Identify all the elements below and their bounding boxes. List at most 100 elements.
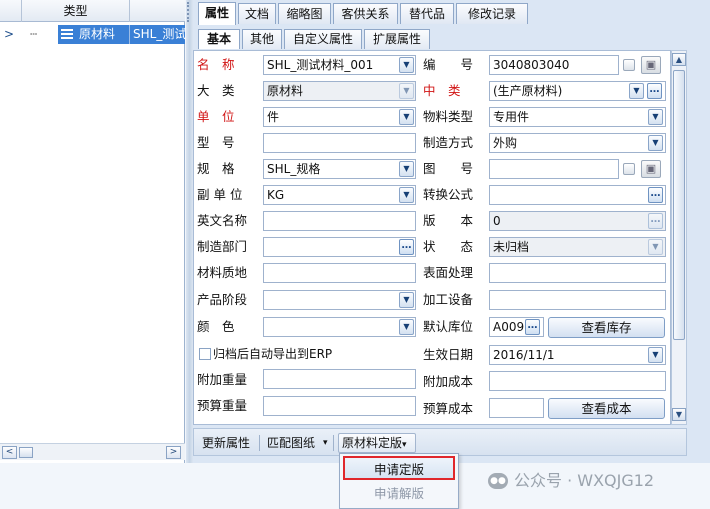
tree-row-code[interactable]: SHL_测试: [133, 25, 185, 44]
model-field[interactable]: [263, 133, 416, 153]
menu-item-apply-unfinalize[interactable]: 申请解版: [343, 482, 455, 506]
label-sub-unit: 副 单 位: [197, 187, 243, 202]
view-cost-button[interactable]: 查看成本: [548, 398, 665, 419]
unit-field[interactable]: 件: [263, 107, 416, 127]
tree-line-icon: ┄: [30, 27, 38, 41]
subcategory-browse-icon[interactable]: …: [647, 83, 662, 99]
label-name: 名 称: [197, 57, 235, 72]
date-dropdown-icon[interactable]: ▼: [648, 347, 663, 363]
raw-material-finalize-button[interactable]: 原材料定版▾: [338, 433, 416, 453]
drawing-picker-icon[interactable]: ▣: [641, 160, 661, 178]
label-stage: 产品阶段: [197, 292, 248, 307]
budget-cost-field[interactable]: [489, 398, 544, 418]
tree-expander-icon[interactable]: >: [4, 25, 18, 44]
formula-field[interactable]: [489, 185, 666, 205]
tree-row-name[interactable]: 原材料: [79, 25, 129, 44]
effective-date-field[interactable]: 2016/11/1: [489, 345, 666, 365]
budget-weight-field[interactable]: [263, 396, 416, 416]
form-scroll-thumb[interactable]: [673, 70, 685, 340]
view-stock-button[interactable]: 查看库存: [548, 317, 665, 338]
equipment-field[interactable]: [489, 290, 666, 310]
color-field[interactable]: [263, 317, 416, 337]
label-extra-weight: 附加重量: [197, 372, 248, 387]
dept-browse-icon[interactable]: …: [399, 239, 414, 255]
subtab-custom-attrs[interactable]: 自定义属性: [284, 29, 362, 49]
update-attributes-button[interactable]: 更新属性: [199, 433, 253, 453]
label-version: 版 本: [423, 213, 474, 228]
extra-weight-field[interactable]: [263, 369, 416, 389]
formula-browse-icon[interactable]: …: [648, 187, 663, 203]
label-category: 大 类: [197, 83, 235, 98]
tree-header-type[interactable]: 类型: [22, 0, 130, 22]
code-picker-icon[interactable]: ▣: [641, 56, 661, 74]
stage-dropdown-icon[interactable]: ▼: [399, 292, 414, 308]
auto-export-label: 归档后自动导出到ERP: [213, 347, 333, 361]
version-browse-icon[interactable]: …: [648, 213, 663, 229]
label-status: 状 态: [423, 239, 474, 254]
category-dropdown-icon[interactable]: ▼: [399, 83, 414, 99]
spec-dropdown-icon[interactable]: ▼: [399, 161, 414, 177]
unit-dropdown-icon[interactable]: ▼: [399, 109, 414, 125]
extra-cost-field[interactable]: [489, 371, 666, 391]
menu-item-apply-finalize[interactable]: 申请定版: [343, 456, 455, 480]
label-budget-cost: 预算成本: [423, 401, 474, 416]
code-field[interactable]: 3040803040: [489, 55, 619, 75]
texture-field[interactable]: [263, 263, 416, 283]
label-extra-cost: 附加成本: [423, 374, 474, 389]
watermark-text: 公众号 · WXQJG12: [514, 471, 655, 490]
scroll-up-icon[interactable]: ▲: [672, 53, 686, 66]
label-budget-weight: 预算重量: [197, 398, 248, 413]
tab-documents[interactable]: 文档: [238, 3, 276, 24]
subcategory-dropdown-icon[interactable]: ▼: [629, 83, 644, 99]
status-dropdown-icon[interactable]: ▼: [648, 239, 663, 255]
make-method-field[interactable]: 外购: [489, 133, 666, 153]
category-field[interactable]: 原材料: [263, 81, 416, 101]
scroll-thumb[interactable]: [19, 447, 33, 458]
dept-field[interactable]: [263, 237, 416, 257]
stage-field[interactable]: [263, 290, 416, 310]
surface-field[interactable]: [489, 263, 666, 283]
drawing-no-field[interactable]: [489, 159, 619, 179]
label-equipment: 加工设备: [423, 292, 474, 307]
material-type-dropdown-icon[interactable]: ▼: [648, 109, 663, 125]
subtab-ext-attrs[interactable]: 扩展属性: [364, 29, 430, 49]
list-icon: [61, 25, 75, 44]
label-english-name: 英文名称: [197, 213, 248, 228]
scroll-left-button[interactable]: <: [2, 446, 17, 459]
name-field[interactable]: SHL_测试材料_001: [263, 55, 416, 75]
label-unit: 单 位: [197, 109, 235, 124]
tree-header-blank-1: [0, 0, 22, 22]
material-type-field[interactable]: 专用件: [489, 107, 666, 127]
auto-export-checkbox[interactable]: [199, 348, 211, 360]
sub-unit-dropdown-icon[interactable]: ▼: [399, 187, 414, 203]
color-dropdown-icon[interactable]: ▼: [399, 319, 414, 335]
toolbar-separator: [333, 435, 334, 451]
english-name-field[interactable]: [263, 211, 416, 231]
warehouse-browse-icon[interactable]: …: [525, 319, 540, 335]
match-drawing-chevron-down-icon[interactable]: ▾: [320, 433, 331, 453]
label-drawing-no: 图 号: [423, 161, 474, 176]
tab-customer-supply[interactable]: 客供关系: [333, 3, 398, 24]
tab-thumbnail[interactable]: 缩略图: [278, 3, 331, 24]
tab-substitutes[interactable]: 替代品: [400, 3, 454, 24]
subtab-basic[interactable]: 基本: [198, 29, 240, 49]
spec-field[interactable]: SHL_规格: [263, 159, 416, 179]
label-warehouse: 默认库位: [423, 319, 474, 334]
version-field[interactable]: 0: [489, 211, 666, 231]
match-drawing-button[interactable]: 匹配图纸: [264, 433, 318, 453]
scroll-right-button[interactable]: >: [166, 446, 181, 459]
subtab-other[interactable]: 其他: [242, 29, 282, 49]
make-method-dropdown-icon[interactable]: ▼: [648, 135, 663, 151]
scroll-down-icon[interactable]: ▼: [672, 408, 686, 421]
drawing-lock-icon[interactable]: [623, 163, 635, 175]
label-effective-date: 生效日期: [423, 347, 474, 362]
sub-unit-field[interactable]: KG: [263, 185, 416, 205]
tab-attributes[interactable]: 属性: [198, 2, 236, 25]
label-code: 编 号: [423, 57, 474, 72]
panel-splitter[interactable]: [186, 0, 193, 463]
tree-horizontal-scrollbar[interactable]: < >: [0, 443, 185, 460]
code-lock-icon[interactable]: [623, 59, 635, 71]
tab-change-log[interactable]: 修改记录: [456, 3, 528, 24]
name-dropdown-icon[interactable]: ▼: [399, 57, 414, 73]
status-field[interactable]: 未归档: [489, 237, 666, 257]
